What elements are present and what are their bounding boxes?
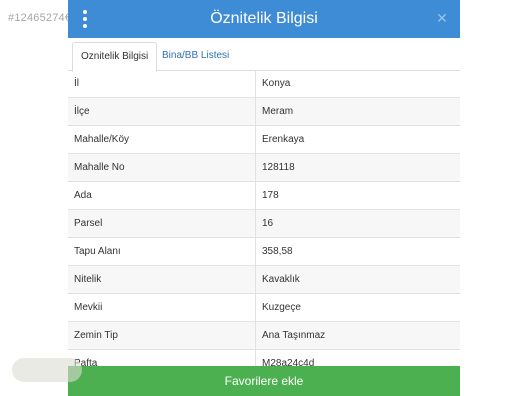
row-key: Mahalle/Köy [74,134,130,145]
table-row: Parsel 16 [68,210,460,238]
table-row: Ada 178 [68,182,460,210]
tab-building-list[interactable]: Bina/BB Listesi [154,42,237,70]
table-row: Tapu Alanı 358,58 [68,238,460,266]
row-key: Tapu Alanı [74,246,121,257]
row-value: Meram [262,106,294,117]
row-value: 358,58 [262,246,293,257]
table-row: Nitelik Kavaklık [68,266,460,294]
row-value: Konya [262,78,291,89]
column-divider [255,70,256,97]
tab-attribute-info[interactable]: Oznitelik Bilgisi [72,42,158,72]
row-value: Kuzgeçe [262,302,301,313]
column-divider [255,266,256,293]
column-divider [255,210,256,237]
attribute-table: İl Konya İlçe Meram Mahalle/Köy Erenkaya… [68,70,460,378]
row-key: Nitelik [74,274,102,285]
row-value: Kavaklık [262,274,300,285]
row-value: 128118 [262,162,295,173]
row-key: İlçe [74,106,90,117]
row-key: Ada [74,190,92,201]
column-divider [255,98,256,125]
table-row: Mahalle No 128118 [68,154,460,182]
table-row: İlçe Meram [68,98,460,126]
column-divider [255,322,256,349]
column-divider [255,154,256,181]
row-key: İl [74,78,79,89]
panel-title: Öznitelik Bilgisi [210,10,318,27]
table-row: Mahalle/Köy Erenkaya [68,126,460,154]
add-to-favorites-button[interactable]: Favorilere ekle [68,366,460,396]
row-key: Mevkii [74,302,103,313]
column-divider [255,126,256,153]
listing-id-text: #12465274€ [8,12,72,24]
close-icon[interactable]: ✕ [434,10,450,26]
page: #12465274€ Öznitelik Bilgisi ✕ Oznitelik… [0,0,528,396]
row-key: Mahalle No [74,162,125,173]
row-value: Erenkaya [262,134,305,145]
table-row: İl Konya [68,70,460,98]
watermark-logo [12,358,82,382]
row-value: Ana Taşınmaz [262,330,326,341]
row-key: Zemin Tip [74,330,118,341]
table-row: Mevkii Kuzgeçe [68,294,460,322]
panel-header: Öznitelik Bilgisi ✕ [68,0,460,38]
row-value: 178 [262,190,279,201]
column-divider [255,238,256,265]
table-row: Zemin Tip Ana Taşınmaz [68,322,460,350]
attribute-info-panel: Öznitelik Bilgisi ✕ Oznitelik Bilgisi Bi… [68,0,460,396]
row-value: 16 [262,218,274,229]
column-divider [255,294,256,321]
column-divider [255,182,256,209]
tab-bar: Oznitelik Bilgisi Bina/BB Listesi [68,38,460,72]
row-key: Parsel [74,218,103,229]
